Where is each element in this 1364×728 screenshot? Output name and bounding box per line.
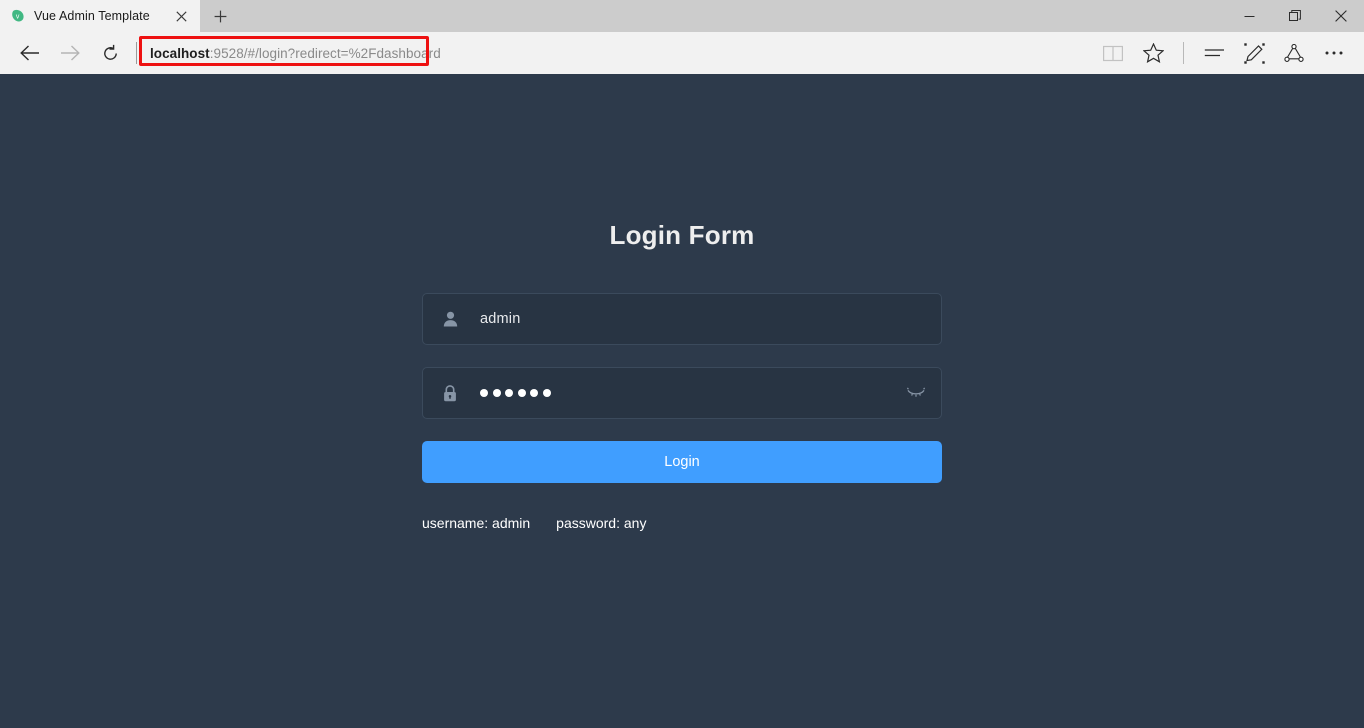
share-icon — [1284, 43, 1304, 62]
hint-username: username: admin — [422, 515, 531, 531]
more-button[interactable] — [1314, 33, 1354, 73]
url-host: localhost — [150, 45, 210, 61]
user-icon — [439, 311, 461, 327]
forward-arrow-icon — [61, 45, 80, 61]
plus-icon — [214, 10, 226, 22]
address-bar-url: localhost:9528/#/login?redirect=%2Fdashb… — [148, 46, 441, 61]
eye-closed-icon[interactable] — [903, 387, 929, 399]
restore-icon — [1289, 10, 1301, 21]
tab-title: Vue Admin Template — [34, 9, 150, 23]
restore-button[interactable] — [1272, 0, 1318, 32]
page-viewport: Login Form admin Login username: admin p… — [0, 74, 1364, 728]
url-path: :9528/#/login?redirect=%2Fdashboard — [209, 45, 441, 61]
tab-vue-admin-template[interactable]: v Vue Admin Template — [0, 0, 200, 32]
password-dot — [530, 389, 538, 397]
password-dot — [505, 389, 513, 397]
tab-strip: v Vue Admin Template — [0, 0, 1364, 32]
hub-button[interactable] — [1194, 33, 1234, 73]
web-note-icon — [1243, 42, 1265, 64]
password-dot — [480, 389, 488, 397]
password-input[interactable] — [461, 389, 903, 397]
password-field[interactable] — [422, 367, 942, 419]
new-tab-button[interactable] — [200, 0, 240, 32]
lock-icon — [439, 384, 461, 402]
refresh-button[interactable] — [90, 33, 130, 73]
browser-window: v Vue Admin Template localhost:9528/#/lo… — [0, 0, 1364, 728]
toolbar-separator — [1183, 42, 1184, 64]
toolbar-actions — [1093, 33, 1354, 73]
web-note-button[interactable] — [1234, 33, 1274, 73]
reading-view-button[interactable] — [1093, 33, 1133, 73]
forward-button — [50, 33, 90, 73]
tab-close-icon[interactable] — [170, 5, 192, 27]
share-button[interactable] — [1274, 33, 1314, 73]
svg-text:v: v — [16, 14, 20, 21]
favorites-button[interactable] — [1133, 33, 1173, 73]
more-icon — [1325, 51, 1343, 55]
login-button[interactable]: Login — [422, 441, 942, 483]
refresh-icon — [103, 44, 117, 60]
back-arrow-icon — [20, 45, 39, 61]
hub-icon — [1204, 49, 1224, 57]
browser-toolbar: localhost:9528/#/login?redirect=%2Fdashb… — [0, 32, 1364, 74]
back-button[interactable] — [10, 33, 50, 73]
login-form: Login Form admin Login username: admin p… — [422, 74, 942, 531]
password-dot — [517, 389, 526, 397]
favorites-star-icon — [1142, 43, 1164, 63]
hint-password: password: any — [556, 515, 647, 531]
reading-view-icon — [1103, 45, 1123, 61]
minimize-icon — [1244, 15, 1254, 17]
close-icon — [1335, 10, 1347, 22]
minimize-button[interactable] — [1226, 0, 1272, 32]
username-input[interactable]: admin — [461, 311, 929, 327]
address-bar-caret — [136, 42, 137, 64]
window-controls — [1226, 0, 1364, 32]
title-bar-drag-area — [240, 0, 1226, 32]
username-field[interactable]: admin — [422, 293, 942, 345]
vue-logo-icon: v — [10, 8, 26, 24]
password-dot — [492, 389, 501, 397]
address-bar[interactable]: localhost:9528/#/login?redirect=%2Fdashb… — [130, 33, 1093, 73]
page-title: Login Form — [609, 220, 755, 250]
login-hints: username: admin password: any — [422, 515, 942, 531]
password-dot — [542, 389, 551, 397]
close-button[interactable] — [1318, 0, 1364, 32]
